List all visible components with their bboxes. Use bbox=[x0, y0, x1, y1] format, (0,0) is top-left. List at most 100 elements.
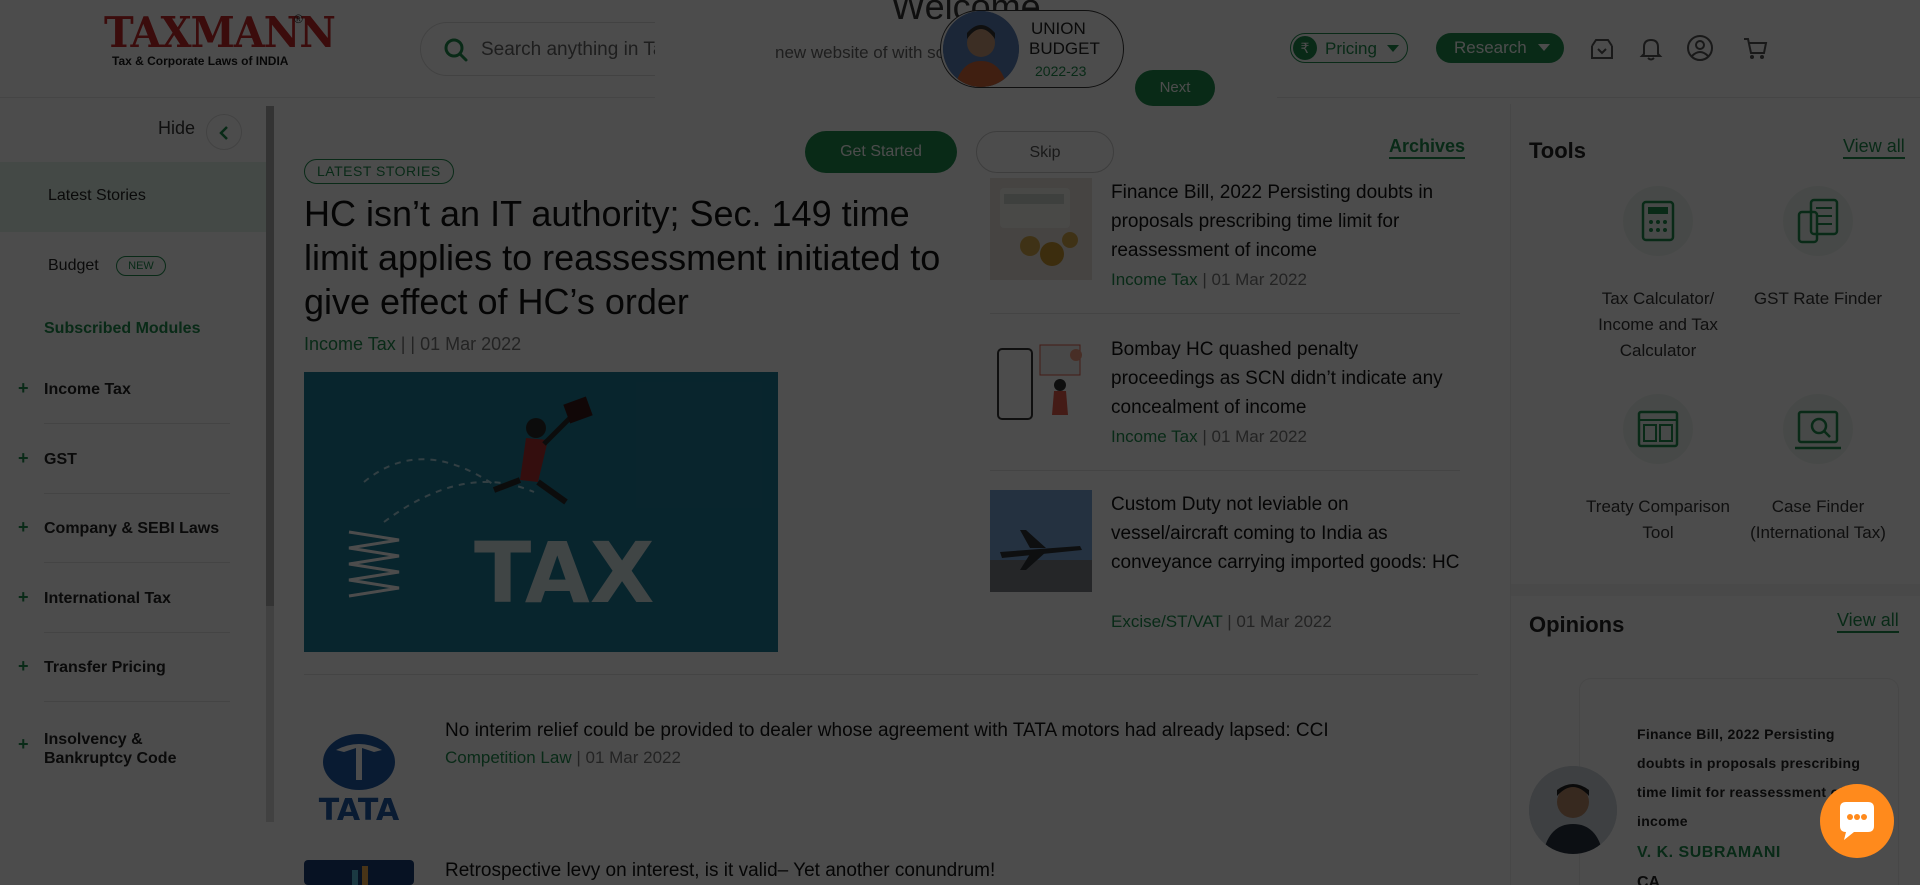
pricing-dropdown[interactable]: ₹ Pricing bbox=[1290, 33, 1408, 63]
search-icon bbox=[444, 38, 468, 62]
tool-label: GST Rate Finder bbox=[1753, 289, 1883, 308]
opinion-author[interactable]: V. K. SUBRAMANI bbox=[1637, 844, 1781, 862]
opinions-heading: Opinions bbox=[1529, 612, 1625, 637]
module-label: Transfer Pricing bbox=[44, 659, 166, 676]
story-date: | 01 Mar 2022 bbox=[1227, 612, 1332, 631]
story-date: | | 01 Mar 2022 bbox=[400, 334, 522, 354]
main-story-meta: Income Tax | | 01 Mar 2022 bbox=[304, 334, 521, 355]
list-story[interactable]: Retrospective levy on interest, is it va… bbox=[304, 860, 1478, 885]
chat-bubble-icon bbox=[1840, 802, 1874, 840]
sidebar-module-insolvency[interactable]: + Insolvency & Bankruptcy Code bbox=[0, 704, 268, 782]
subscribed-modules-heading: Subscribed Modules bbox=[44, 320, 201, 337]
latest-stories-tag: LATEST STORIES bbox=[304, 159, 454, 184]
side-story-title[interactable]: Bombay HC quashed penalty proceedings as… bbox=[1111, 335, 1461, 422]
tata-logo-text: TATA bbox=[319, 793, 400, 828]
story-thumbnail bbox=[990, 335, 1092, 437]
tool-case-finder[interactable]: Case Finder (International Tax) bbox=[1733, 394, 1903, 554]
get-started-button[interactable]: Get Started bbox=[805, 131, 957, 173]
right-panel: Tools View all Tax Calculator/ Income an… bbox=[1510, 104, 1920, 885]
plus-icon: + bbox=[18, 587, 29, 607]
skip-button[interactable]: Skip bbox=[976, 131, 1114, 173]
side-story-title[interactable]: Finance Bill, 2022 Persisting doubts in … bbox=[1111, 178, 1461, 265]
plus-icon: + bbox=[18, 517, 29, 537]
download-tray-icon[interactable] bbox=[1588, 34, 1616, 62]
story-date: | 01 Mar 2022 bbox=[1202, 427, 1307, 446]
collapse-sidebar-button[interactable] bbox=[206, 114, 242, 150]
tools-view-all-link[interactable]: View all bbox=[1843, 136, 1905, 159]
story-category[interactable]: Income Tax bbox=[304, 334, 396, 354]
sidebar-module-transfer-pricing[interactable]: + Transfer Pricing bbox=[0, 634, 268, 702]
tool-label: Case Finder (International Tax) bbox=[1750, 497, 1886, 542]
story-date: | 01 Mar 2022 bbox=[1202, 270, 1307, 289]
sidebar-item-budget[interactable]: Budget bbox=[48, 257, 99, 275]
author-avatar bbox=[1529, 766, 1617, 854]
sidebar-scrollbar[interactable] bbox=[266, 106, 274, 822]
plus-icon: + bbox=[18, 448, 29, 468]
archives-link[interactable]: Archives bbox=[1389, 136, 1466, 159]
bell-icon[interactable] bbox=[1637, 34, 1665, 62]
cart-icon[interactable] bbox=[1741, 34, 1769, 62]
tool-treaty-comparison[interactable]: Treaty Comparison Tool bbox=[1573, 394, 1743, 554]
chat-button[interactable] bbox=[1820, 784, 1894, 858]
research-label: Research bbox=[1454, 38, 1527, 57]
user-circle-icon[interactable] bbox=[1686, 34, 1714, 62]
union-budget-badge[interactable]: UNION BUDGET 2022-23 bbox=[940, 10, 1124, 88]
sidebar-item-latest-stories[interactable]: Latest Stories bbox=[0, 162, 268, 232]
tool-tax-calculator[interactable]: Tax Calculator/ Income and Tax Calculato… bbox=[1573, 186, 1743, 360]
module-label: Insolvency & Bankruptcy Code bbox=[44, 731, 177, 767]
sidebar-module-international-tax[interactable]: + International Tax bbox=[0, 565, 268, 633]
list-story-title[interactable]: No interim relief could be provided to d… bbox=[445, 720, 1329, 742]
taxmann-logo[interactable]: TAXMANN ® Tax & Corporate Laws of INDIA bbox=[104, 12, 336, 72]
divider bbox=[44, 632, 230, 633]
budget-line1: UNION bbox=[1031, 19, 1086, 38]
scrollbar-thumb[interactable] bbox=[266, 106, 274, 606]
sidebar-module-company-sebi[interactable]: + Company & SEBI Laws bbox=[0, 495, 268, 563]
main-story-headline[interactable]: HC isn’t an IT authority; Sec. 149 time … bbox=[304, 192, 964, 324]
chevron-down-icon bbox=[1387, 45, 1399, 52]
tool-gst-rate-finder[interactable]: GST Rate Finder bbox=[1733, 186, 1903, 346]
side-story-title[interactable]: Custom Duty not leviable on vessel/aircr… bbox=[1111, 490, 1461, 577]
side-story[interactable]: Bombay HC quashed penalty proceedings as… bbox=[990, 335, 1460, 479]
opinions-view-all-link[interactable]: View all bbox=[1837, 610, 1899, 633]
logo-registered-mark: ® bbox=[294, 12, 303, 26]
story-thumbnail bbox=[990, 178, 1092, 280]
welcome-next-button[interactable]: Next bbox=[1135, 70, 1215, 106]
story-category[interactable]: Competition Law bbox=[445, 748, 572, 767]
case-finder-icon bbox=[1783, 394, 1853, 464]
budget-year: 2022-23 bbox=[1035, 63, 1087, 79]
plus-icon: + bbox=[18, 656, 29, 676]
list-story-title[interactable]: Retrospective levy on interest, is it va… bbox=[445, 860, 995, 882]
side-story-meta: Income Tax | 01 Mar 2022 bbox=[1111, 270, 1307, 290]
hide-sidebar-label[interactable]: Hide bbox=[158, 118, 195, 139]
divider bbox=[44, 423, 230, 424]
story-category[interactable]: Excise/ST/VAT bbox=[1111, 612, 1222, 631]
module-label: Company & SEBI Laws bbox=[44, 520, 220, 537]
side-story[interactable]: Finance Bill, 2022 Persisting doubts in … bbox=[990, 178, 1460, 322]
main-story-image[interactable]: TAX bbox=[304, 372, 778, 652]
story-category[interactable]: Income Tax bbox=[1111, 427, 1198, 446]
sidebar-module-gst[interactable]: + GST bbox=[0, 426, 268, 494]
tool-label: Tax Calculator/ Income and Tax Calculato… bbox=[1598, 289, 1718, 360]
side-story[interactable]: Custom Duty not leviable on vessel/aircr… bbox=[990, 490, 1460, 640]
left-sidebar: Hide Latest Stories Budget NEW Subscribe… bbox=[0, 104, 268, 885]
tata-logo: TATA bbox=[304, 720, 414, 830]
sidebar-module-income-tax[interactable]: + Income Tax bbox=[0, 356, 268, 424]
list-story-meta: Competition Law | 01 Mar 2022 bbox=[445, 748, 681, 768]
rupee-icon: ₹ bbox=[1293, 36, 1317, 60]
story-date: | 01 Mar 2022 bbox=[576, 748, 681, 767]
story-category[interactable]: Income Tax bbox=[1111, 270, 1198, 289]
treaty-compare-icon bbox=[1623, 394, 1693, 464]
divider bbox=[304, 674, 1478, 675]
opinion-author-designation: CA bbox=[1637, 874, 1661, 885]
research-dropdown[interactable]: Research bbox=[1436, 33, 1564, 63]
budget-avatar bbox=[943, 11, 1019, 87]
calculator-icon bbox=[1623, 186, 1693, 256]
gst-calculator-icon bbox=[1783, 186, 1853, 256]
module-label: Income Tax bbox=[44, 381, 131, 398]
list-story[interactable]: TATA No interim relief could be provided… bbox=[304, 720, 1478, 830]
tool-label: Treaty Comparison Tool bbox=[1586, 497, 1730, 542]
hero-tax-text: TAX bbox=[474, 524, 655, 622]
plus-icon: + bbox=[18, 734, 29, 754]
plus-icon: + bbox=[18, 378, 29, 398]
sidebar-item-label: Latest Stories bbox=[48, 187, 146, 204]
